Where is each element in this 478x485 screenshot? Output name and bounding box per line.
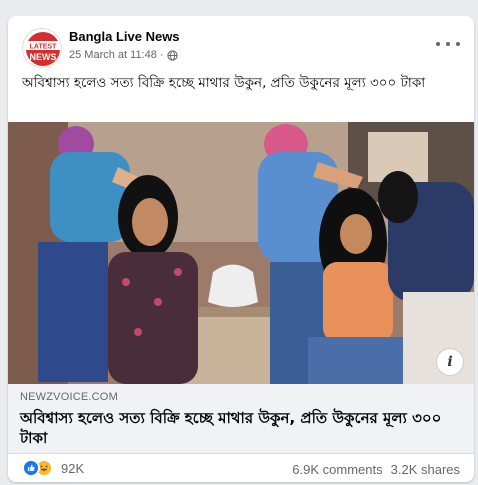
- lice-removal-photo: [8, 122, 474, 384]
- dot-icon: [446, 42, 450, 46]
- link-title[interactable]: অবিশ্বাস্য হলেও সত্য বিক্রি হচ্ছে মাথার …: [20, 408, 450, 448]
- post-photo[interactable]: i: [8, 122, 474, 384]
- meta-separator: ·: [159, 49, 164, 61]
- page-name-link[interactable]: Bangla Live News: [69, 29, 180, 44]
- link-domain: NEWZVOICE.COM: [20, 391, 118, 403]
- globe-icon[interactable]: [166, 49, 178, 61]
- comments-count-link[interactable]: 6.9K comments: [292, 462, 382, 477]
- post-caption: অবিশ্বাস্য হলেও সত্য বিক্রি হচ্ছে মাথার …: [22, 75, 426, 91]
- more-options-button[interactable]: [436, 38, 460, 50]
- post-timestamp[interactable]: 25 March at 11:48: [69, 49, 157, 61]
- svg-text:LATEST: LATEST: [30, 44, 57, 51]
- post-card: LATEST NEWS Bangla Live News 25 March at…: [8, 16, 474, 482]
- reaction-count: 92K: [61, 460, 85, 476]
- like-reaction-icon: [22, 459, 40, 477]
- svg-text:NEWS: NEWS: [30, 52, 57, 62]
- dot-icon: [456, 42, 460, 46]
- news-logo-icon: LATEST NEWS: [23, 29, 61, 67]
- reactions-summary[interactable]: 92K: [22, 458, 84, 478]
- info-button[interactable]: i: [436, 348, 464, 376]
- post-header: LATEST NEWS Bangla Live News 25 March at…: [8, 16, 474, 68]
- dot-icon: [436, 42, 440, 46]
- shares-count-link[interactable]: 3.2K shares: [391, 462, 460, 477]
- link-preview[interactable]: NEWZVOICE.COM অবিশ্বাস্য হলেও সত্য বিক্র…: [8, 384, 474, 454]
- post-meta: 25 March at 11:48 ·: [69, 49, 178, 61]
- engagement-bar: 92K 6.9K comments 3.2K shares: [8, 454, 474, 482]
- engagement-counts: 6.9K comments 3.2K shares: [292, 462, 460, 477]
- page-avatar[interactable]: LATEST NEWS: [22, 28, 62, 68]
